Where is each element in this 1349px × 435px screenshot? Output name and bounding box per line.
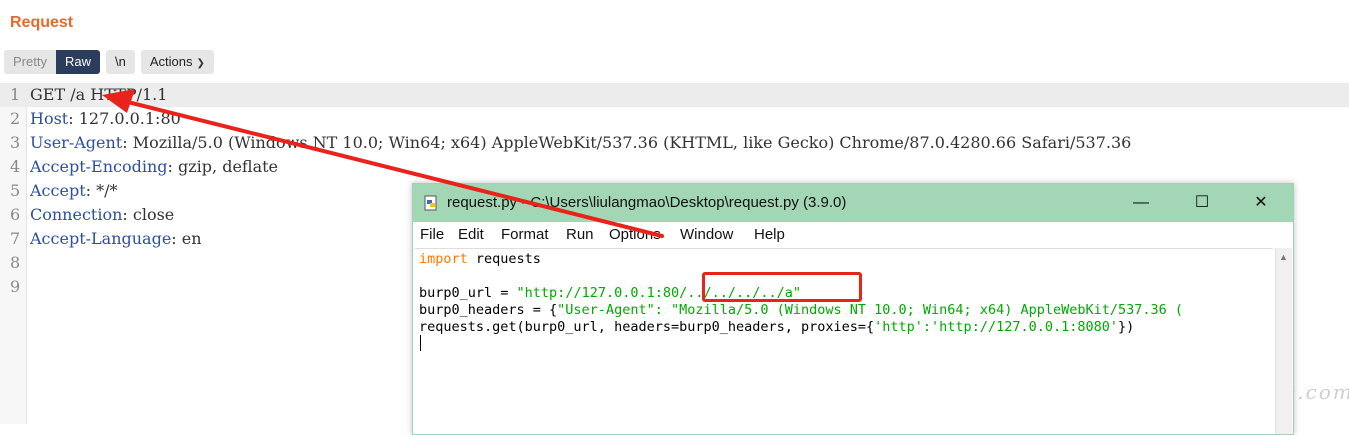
string-literal: "User-Agent": "Mozilla/5.0 (Windows NT 1… — [557, 302, 1184, 318]
request-line: 1 GET /a HTTP/1.1 — [0, 83, 1349, 107]
header-value: : 127.0.0.1:80 — [68, 109, 181, 128]
window-titlebar[interactable]: request.py - C:\Users\liulangmao\Desktop… — [413, 184, 1293, 222]
code-text: requests.get(burp0_url, headers=burp0_he… — [419, 319, 875, 335]
header-value: : gzip, deflate — [167, 157, 279, 176]
raw-button[interactable]: Raw — [55, 50, 100, 74]
header-line: 2 Host: 127.0.0.1:80 — [0, 107, 1349, 131]
code-text: burp0_headers = { — [419, 302, 558, 318]
request-toolbar: Pretty Raw \n Actions ❯ — [4, 50, 214, 74]
header-name: Accept-Encoding — [30, 157, 168, 176]
actions-dropdown[interactable]: Actions ❯ — [140, 50, 214, 74]
header-line: 4 Accept-Encoding: gzip, deflate — [0, 155, 1349, 179]
menu-window[interactable]: Window — [680, 226, 733, 243]
header-name: Accept — [30, 181, 86, 200]
annotation-highlight-box — [702, 272, 862, 302]
scroll-up-icon[interactable]: ▲ — [1279, 252, 1288, 262]
header-value: : en — [171, 229, 202, 248]
idle-editor-window: request.py - C:\Users\liulangmao\Desktop… — [412, 183, 1294, 435]
header-name: Connection — [30, 205, 123, 224]
header-value: : close — [122, 205, 175, 224]
newline-toggle-button[interactable]: \n — [105, 50, 135, 74]
menu-format[interactable]: Format — [501, 226, 549, 243]
request-panel-title: Request — [10, 14, 74, 31]
code-text: }) — [1118, 319, 1135, 335]
pretty-button[interactable]: Pretty — [4, 50, 56, 74]
python-file-icon — [424, 195, 437, 211]
view-mode-toggle: Pretty Raw — [4, 50, 100, 74]
line-number: 9 — [10, 277, 21, 296]
text-cursor — [420, 335, 421, 351]
header-name: Accept-Language — [30, 229, 172, 248]
header-value: : */* — [85, 181, 118, 200]
code-line: burp0_headers = {"User-Agent": "Mozilla/… — [419, 302, 1183, 319]
menu-edit[interactable]: Edit — [458, 226, 484, 243]
line-number: 5 — [10, 181, 21, 200]
code-text: burp0_url = — [419, 285, 517, 301]
menu-options[interactable]: Options — [609, 226, 661, 243]
menu-bar: File Edit Format Run Options Window Help — [413, 222, 1293, 248]
line-number: 8 — [10, 253, 21, 272]
line-number: 6 — [10, 205, 21, 224]
header-value: : Mozilla/5.0 (Windows NT 10.0; Win64; x… — [122, 133, 1132, 152]
request-line-text: GET /a HTTP/1.1 — [30, 85, 168, 104]
header-line: 3 User-Agent: Mozilla/5.0 (Windows NT 10… — [0, 131, 1349, 155]
window-title: request.py - C:\Users\liulangmao\Desktop… — [447, 194, 847, 211]
code-line: import requests — [419, 251, 541, 268]
menu-run[interactable]: Run — [566, 226, 594, 243]
keyword: import — [419, 251, 468, 267]
line-number: 4 — [10, 157, 21, 176]
close-icon[interactable]: ✕ — [1247, 190, 1275, 216]
header-name: User-Agent — [30, 133, 123, 152]
line-number: 2 — [10, 109, 21, 128]
actions-label: Actions — [149, 54, 193, 69]
code-text: requests — [467, 251, 541, 267]
menu-help[interactable]: Help — [754, 226, 785, 243]
maximize-icon[interactable]: ☐ — [1188, 190, 1216, 216]
code-line: requests.get(burp0_url, headers=burp0_he… — [419, 319, 1134, 336]
vertical-scrollbar[interactable]: ▲ — [1275, 248, 1292, 434]
line-number: 7 — [10, 229, 21, 248]
line-number: 1 — [10, 85, 21, 104]
line-number: 3 — [10, 133, 21, 152]
string-literal: 'http':'http://127.0.0.1:8080' — [874, 319, 1118, 335]
header-name: Host — [30, 109, 69, 128]
minimize-icon[interactable]: — — [1127, 190, 1155, 216]
chevron-down-icon: ❯ — [196, 58, 205, 69]
menu-file[interactable]: File — [420, 226, 444, 243]
